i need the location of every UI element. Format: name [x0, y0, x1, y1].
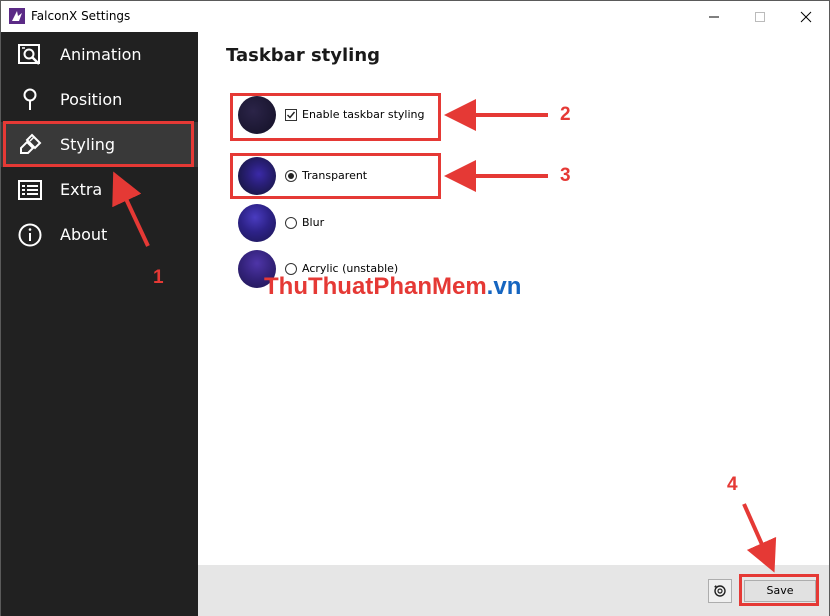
list-icon: [18, 180, 42, 200]
maximize-button[interactable]: [737, 1, 783, 32]
sidebar-item-label: Extra: [60, 180, 103, 199]
app-icon: [9, 8, 25, 24]
watermark-part-2: PhanMem: [373, 273, 487, 300]
blur-option[interactable]: Blur: [238, 204, 378, 244]
highlight-box-enable: [230, 93, 441, 141]
minimize-button[interactable]: [691, 1, 737, 32]
sidebar-item-extra[interactable]: Extra: [1, 167, 198, 212]
annotation-number-2: 2: [560, 104, 571, 125]
maximize-icon: [755, 12, 765, 22]
highlight-box-transparent: [230, 153, 441, 199]
close-button[interactable]: [783, 1, 829, 32]
watermark-part-3: .vn: [486, 273, 522, 300]
reset-icon: [714, 585, 726, 597]
blur-label: Blur: [302, 216, 325, 229]
sidebar-item-label: Animation: [60, 45, 142, 64]
title-bar: FalconX Settings: [1, 1, 829, 32]
preview-thumbnail: [238, 204, 276, 242]
footer-bar: Save: [198, 565, 829, 616]
watermark-part-1: ThuThuat: [264, 273, 374, 300]
minimize-icon: [709, 16, 719, 18]
window-title: FalconX Settings: [31, 9, 131, 23]
sidebar-item-label: About: [60, 225, 108, 244]
annotation-number-4: 4: [727, 474, 738, 495]
pin-icon: [23, 88, 37, 110]
blur-radio[interactable]: [285, 217, 297, 229]
highlight-box-styling: [3, 121, 194, 167]
highlight-box-save: [739, 574, 819, 606]
sidebar: Animation Position Styling Extra About: [1, 32, 198, 616]
animation-icon: [18, 44, 40, 65]
watermark: ThuThuatPhanMem.vn: [264, 273, 521, 301]
info-icon: [18, 223, 42, 247]
sidebar-item-about[interactable]: About: [1, 212, 198, 257]
annotation-number-3: 3: [560, 165, 571, 186]
close-icon: [800, 11, 812, 23]
annotation-number-1: 1: [153, 267, 164, 288]
sidebar-item-position[interactable]: Position: [1, 77, 198, 122]
sidebar-item-animation[interactable]: Animation: [1, 32, 198, 77]
reset-button[interactable]: [708, 579, 732, 603]
sidebar-item-label: Position: [60, 90, 123, 109]
page-title: Taskbar styling: [226, 45, 381, 66]
